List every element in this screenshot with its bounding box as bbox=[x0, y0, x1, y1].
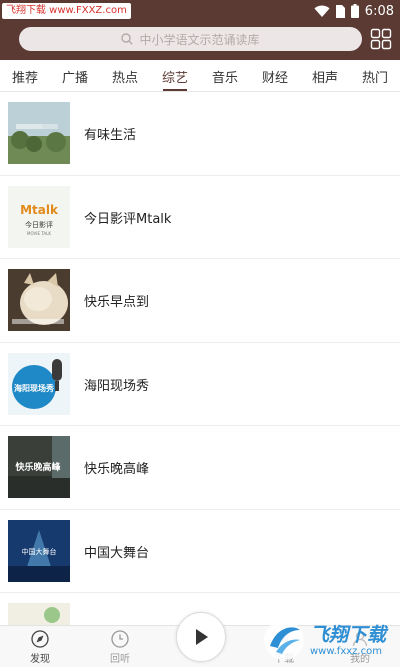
nav-replay-label: 回听 bbox=[110, 654, 130, 665]
list-item[interactable]: 快乐早点到 bbox=[0, 259, 400, 343]
wifi-icon bbox=[314, 5, 330, 17]
nav-replay[interactable]: 回听 bbox=[90, 630, 150, 666]
list-item[interactable]: Mtalk 今日影评 MOVIE TALK 今日影评Mtalk bbox=[0, 176, 400, 259]
tab-remen[interactable]: 热门 bbox=[350, 60, 400, 92]
nav-discover-label: 发现 bbox=[30, 654, 50, 665]
category-tabs: 推荐 广播 热点 综艺 音乐 财经 相声 热门 bbox=[0, 60, 400, 92]
compass-icon bbox=[31, 630, 49, 648]
tab-yinyue[interactable]: 音乐 bbox=[200, 60, 250, 92]
status-time: 6:08 bbox=[364, 3, 394, 19]
watermark-logo-text: 飞翔下载 bbox=[310, 624, 387, 646]
list-item[interactable]: 有味生活 bbox=[0, 92, 400, 176]
program-thumbnail bbox=[8, 269, 70, 331]
tab-redian[interactable]: 热点 bbox=[100, 60, 150, 92]
program-thumbnail: Mtalk 今日影评 MOVIE TALK bbox=[8, 185, 70, 248]
program-title: 中国大舞台 bbox=[84, 545, 150, 561]
program-title: 今日影评Mtalk bbox=[84, 211, 172, 227]
haiyang-thumb-text: 海阳现场秀 bbox=[14, 383, 55, 393]
play-button[interactable] bbox=[176, 612, 226, 662]
site-watermark: 飞翔下载 www.fxxz.com bbox=[262, 618, 400, 664]
program-thumbnail: 海阳现场秀 bbox=[8, 352, 70, 415]
play-icon bbox=[196, 629, 208, 645]
mtalk-subcaption: MOVIE TALK bbox=[27, 231, 51, 236]
watermark-logo-icon bbox=[264, 620, 304, 660]
grid-menu-icon[interactable] bbox=[370, 28, 392, 50]
search-input[interactable]: 中小学语文示范诵读库 bbox=[19, 27, 362, 51]
program-thumbnail: 中国大舞台 bbox=[8, 519, 70, 582]
mtalk-logo-text: Mtalk bbox=[20, 203, 59, 217]
search-placeholder: 中小学语文示范诵读库 bbox=[139, 32, 260, 47]
program-thumbnail bbox=[8, 603, 70, 625]
sim-icon bbox=[335, 4, 345, 18]
mtalk-caption: 今日影评 bbox=[25, 220, 53, 229]
program-title: 快乐早点到 bbox=[84, 295, 150, 310]
nav-discover[interactable]: 发现 bbox=[10, 630, 70, 666]
tab-caijing[interactable]: 财经 bbox=[250, 60, 300, 92]
battery-icon bbox=[350, 4, 359, 18]
program-title: 有味生活 bbox=[84, 128, 137, 143]
status-bar: 飞翔下载 www.FXXZ.com 6:08 bbox=[0, 0, 400, 22]
status-icons: 6:08 bbox=[314, 2, 394, 20]
watermark-logo-url: www.fxxz.com bbox=[310, 646, 382, 657]
stage-thumb-text: 中国大舞台 bbox=[22, 547, 57, 556]
tab-zongyi[interactable]: 综艺 bbox=[150, 60, 200, 92]
tab-guangbo[interactable]: 广播 bbox=[50, 60, 100, 92]
tab-tuijian[interactable]: 推荐 bbox=[0, 60, 50, 92]
wangaofeng-thumb-text: 快乐晚高峰 bbox=[15, 461, 61, 473]
tab-xiangsheng[interactable]: 相声 bbox=[300, 60, 350, 92]
app-header: 飞翔下载 www.FXXZ.com 6:08 中小学语文示范诵读库 bbox=[0, 0, 400, 60]
watermark-badge: 飞翔下载 www.FXXZ.com bbox=[2, 3, 131, 19]
program-title: 海阳现场秀 bbox=[84, 378, 150, 394]
program-list: 有味生活 Mtalk 今日影评 MOVIE TALK 今日影评Mtalk 快乐早… bbox=[0, 92, 400, 625]
list-item[interactable]: 快乐晚高峰 快乐晚高峰 bbox=[0, 426, 400, 510]
search-icon bbox=[121, 33, 134, 45]
program-title: 快乐晚高峰 bbox=[84, 462, 150, 477]
list-item[interactable]: 中国大舞台 中国大舞台 bbox=[0, 510, 400, 593]
program-thumbnail bbox=[8, 102, 70, 164]
list-item[interactable]: 海阳现场秀 海阳现场秀 bbox=[0, 343, 400, 426]
clock-icon bbox=[111, 630, 129, 648]
program-thumbnail: 快乐晚高峰 bbox=[8, 436, 70, 498]
